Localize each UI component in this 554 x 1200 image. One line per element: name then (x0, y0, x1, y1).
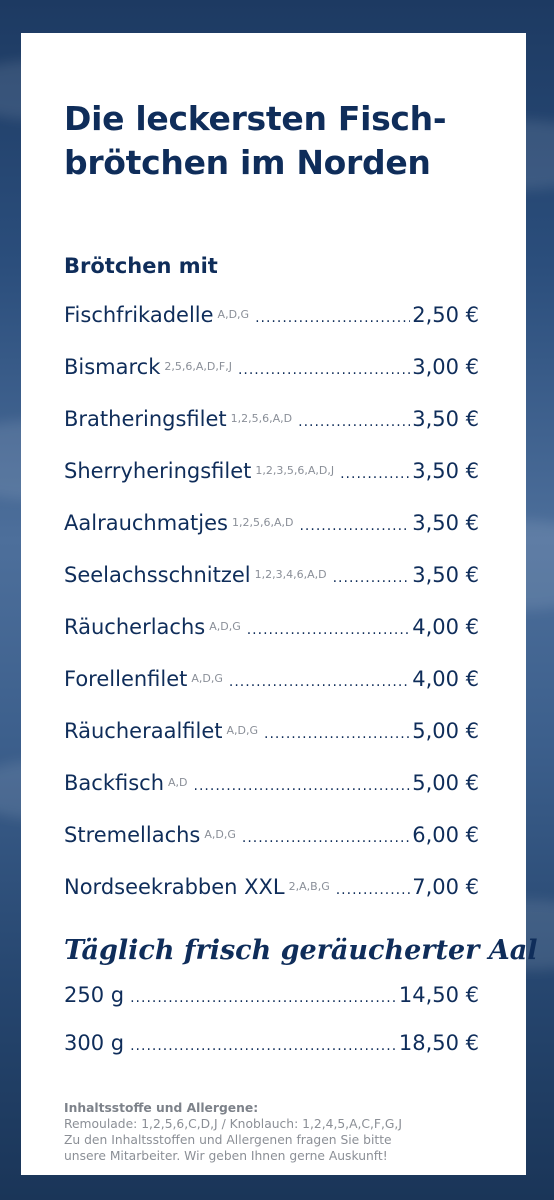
item-name: Räucheraalfilet (64, 719, 223, 743)
dot-leader (340, 466, 410, 482)
menu-item: Räucherlachs A,D,G 4,00 € (64, 615, 479, 667)
item-price: 4,00 € (412, 667, 479, 691)
item-allergens: 1,2,5,6,A,D (232, 516, 294, 529)
menu-item: Forellenfilet A,D,G 4,00 € (64, 667, 479, 719)
item-allergens: A,D,G (209, 620, 241, 633)
aal-weight: 300 g (64, 1031, 125, 1055)
dot-leader (238, 362, 410, 378)
menu-item: Seelachsschnitzel 1,2,3,4,6,A,D 3,50 € (64, 563, 479, 615)
item-name: Bismarck (64, 355, 161, 379)
item-allergens: A,D,G (191, 672, 223, 685)
item-price: 2,50 € (412, 303, 479, 327)
item-price: 5,00 € (412, 771, 479, 795)
dot-leader (333, 570, 411, 586)
footnote-line: Zu den Inhaltsstoffen und Allergenen fra… (64, 1133, 392, 1147)
aal-heading: Täglich frisch geräucherter Aal (64, 935, 538, 966)
footnote-line: Remoulade: 1,2,5,6,C,D,J / Knoblauch: 1,… (64, 1117, 402, 1131)
dot-leader (130, 1038, 397, 1054)
item-name: Nordseekrabben XXL (64, 875, 285, 899)
item-price: 6,00 € (412, 823, 479, 847)
dot-leader (336, 882, 410, 898)
item-name: Sherryheringsfilet (64, 459, 252, 483)
item-allergens: A,D,G (226, 724, 259, 737)
item-price: 3,50 € (412, 459, 479, 483)
item-name: Forellenfilet (64, 667, 188, 691)
dot-leader (298, 414, 410, 430)
item-allergens: 1,2,3,4,6,A,D (254, 568, 327, 581)
item-price: 5,00 € (412, 719, 479, 743)
item-price: 3,50 € (412, 511, 479, 535)
dot-leader (242, 830, 410, 846)
item-allergens: 1,2,3,5,6,A,D,J (255, 464, 335, 477)
item-name: Seelachsschnitzel (64, 563, 251, 587)
item-name: Stremellachs (64, 823, 201, 847)
aal-price: 18,50 € (398, 1031, 479, 1055)
aal-item: 300 g 18,50 € (64, 1031, 479, 1079)
dot-leader (255, 310, 410, 326)
section-title: Brötchen mit (64, 254, 218, 278)
item-name: Fischfrikadelle (64, 303, 214, 327)
item-name: Räucherlachs (64, 615, 206, 639)
item-name: Backfisch (64, 771, 165, 795)
dot-leader (194, 778, 411, 794)
menu-item: Backfisch A,D 5,00 € (64, 771, 479, 823)
item-name: Aalrauchmatjes (64, 511, 228, 535)
dot-leader (130, 990, 397, 1006)
dot-leader (299, 518, 410, 534)
item-allergens: 2,5,6,A,D,F,J (164, 360, 232, 373)
item-allergens: A,D,G (217, 308, 250, 321)
dot-leader (264, 726, 410, 742)
item-name: Bratheringsfilet (64, 407, 227, 431)
item-allergens: 1,2,5,6,A,D (230, 412, 293, 425)
menu-item: Aalrauchmatjes 1,2,5,6,A,D 3,50 € (64, 511, 479, 563)
menu-item: Sherryheringsfilet 1,2,3,5,6,A,D,J 3,50 … (64, 459, 479, 511)
aal-item: 250 g 14,50 € (64, 983, 479, 1031)
menu-list: Fischfrikadelle A,D,G 2,50 € Bismarck 2,… (64, 303, 479, 927)
item-price: 3,00 € (412, 355, 479, 379)
menu-item: Fischfrikadelle A,D,G 2,50 € (64, 303, 479, 355)
menu-item: Bratheringsfilet 1,2,5,6,A,D 3,50 € (64, 407, 479, 459)
allergen-footnote: Inhaltsstoffe und Allergene: Remoulade: … (64, 1100, 484, 1164)
item-allergens: A,D,G (204, 828, 236, 841)
item-price: 3,50 € (412, 563, 479, 587)
dot-leader (247, 622, 410, 638)
dot-leader (229, 674, 410, 690)
item-price: 4,00 € (412, 615, 479, 639)
footnote-line: unsere Mitarbeiter. Wir geben Ihnen gern… (64, 1149, 388, 1163)
aal-list: 250 g 14,50 € 300 g 18,50 € (64, 983, 479, 1079)
menu-card: Die leckersten Fisch-brötchen im Norden … (21, 33, 538, 1175)
item-price: 7,00 € (412, 875, 479, 899)
aal-weight: 250 g (64, 983, 125, 1007)
aal-price: 14,50 € (398, 983, 479, 1007)
item-price: 3,50 € (412, 407, 479, 431)
menu-item: Nordseekrabben XXL 2,A,B,G 7,00 € (64, 875, 479, 927)
item-allergens: A,D (168, 776, 188, 789)
item-allergens: 2,A,B,G (288, 880, 330, 893)
menu-item: Stremellachs A,D,G 6,00 € (64, 823, 479, 875)
menu-item: Bismarck 2,5,6,A,D,F,J 3,00 € (64, 355, 479, 407)
footnote-title: Inhaltsstoffe und Allergene: (64, 1101, 259, 1115)
page-title: Die leckersten Fisch-brötchen im Norden (64, 99, 447, 182)
menu-item: Räucheraalfilet A,D,G 5,00 € (64, 719, 479, 771)
